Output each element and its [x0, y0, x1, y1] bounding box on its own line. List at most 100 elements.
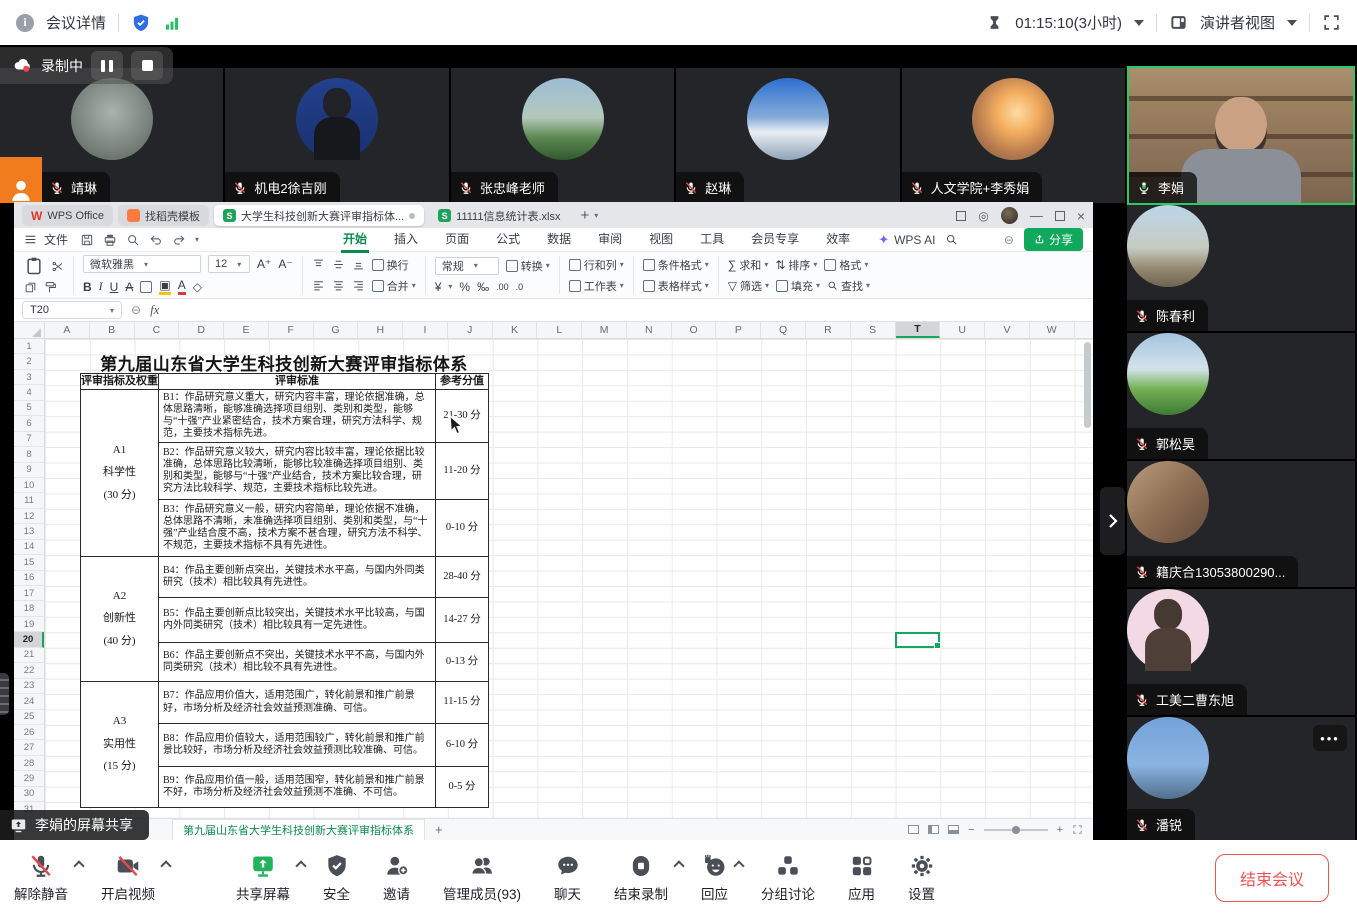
bold-button[interactable]: B: [83, 280, 92, 294]
font-size-select[interactable]: 12▾: [208, 255, 250, 273]
format-button[interactable]: 格式▾: [824, 257, 868, 273]
row-header[interactable]: 14: [14, 540, 44, 555]
column-header[interactable]: U: [940, 322, 985, 338]
unmute-button[interactable]: 解除静音: [14, 853, 68, 903]
tab-member[interactable]: 会员专享: [749, 227, 801, 253]
row-header[interactable]: 30: [14, 787, 44, 802]
column-header[interactable]: O: [672, 322, 717, 338]
wps-home-tab[interactable]: W WPS Office: [22, 205, 113, 226]
row-header[interactable]: 2: [14, 354, 44, 369]
tab-formula[interactable]: 公式: [494, 227, 522, 253]
start-video-button[interactable]: 开启视频: [101, 853, 155, 903]
cell-name-box[interactable]: T20▾: [22, 301, 122, 319]
row-header[interactable]: 20: [14, 632, 44, 647]
page-layout-icon[interactable]: [928, 825, 939, 834]
timer-dropdown-icon[interactable]: [1134, 20, 1144, 26]
zoom-slider[interactable]: [984, 829, 1048, 831]
increase-decimal-icon[interactable]: .00: [496, 282, 509, 292]
row-header[interactable]: 26: [14, 725, 44, 740]
tab-data[interactable]: 数据: [545, 227, 573, 253]
reactions-button[interactable]: 回应: [701, 853, 728, 903]
view-dropdown-icon[interactable]: [1287, 20, 1297, 26]
more-options-button[interactable]: •••: [1313, 725, 1347, 751]
row-header[interactable]: 8: [14, 447, 44, 462]
security-shield-icon[interactable]: [131, 13, 151, 33]
copy-icon[interactable]: [24, 281, 37, 294]
zoom-out-button[interactable]: −: [968, 824, 974, 836]
preview-icon[interactable]: [126, 233, 140, 247]
save-icon[interactable]: [80, 233, 94, 247]
settings-button[interactable]: 设置: [908, 853, 935, 903]
row-header[interactable]: 9: [14, 463, 44, 478]
column-headers[interactable]: ABCDEFGHIJKLMNOPQRSTUVW: [14, 322, 1093, 339]
undo-icon[interactable]: [149, 233, 163, 247]
active-document-tab[interactable]: S 大学生科技创新大赛评审指标体...: [214, 205, 424, 226]
video-tile[interactable]: ••• 潘锐: [1127, 717, 1355, 840]
network-signal-icon[interactable]: [163, 14, 181, 32]
paste-icon[interactable]: [24, 256, 44, 276]
borders-button[interactable]: [140, 281, 152, 293]
chevron-up-icon[interactable]: [673, 860, 684, 871]
security-button[interactable]: 安全: [323, 853, 350, 903]
breakout-rooms-button[interactable]: 分组讨论: [761, 853, 815, 903]
fit-screen-icon[interactable]: [1072, 824, 1083, 835]
italic-button[interactable]: I: [99, 279, 103, 294]
column-header[interactable]: V: [985, 322, 1030, 338]
conditional-format-button[interactable]: 条件格式▾: [643, 257, 709, 273]
cut-icon[interactable]: [51, 260, 64, 273]
percent-format-icon[interactable]: %: [459, 280, 470, 294]
row-header[interactable]: 3: [14, 370, 44, 385]
close-button[interactable]: ×: [1077, 208, 1085, 224]
zoom-out-icon[interactable]: ⊖: [131, 303, 141, 317]
video-tile[interactable]: 郭松昊: [1127, 333, 1355, 459]
align-bottom-icon[interactable]: [352, 258, 365, 271]
column-header[interactable]: T: [896, 322, 941, 338]
convert-button[interactable]: 转换▾: [506, 258, 550, 274]
tab-view[interactable]: 视图: [647, 227, 675, 253]
row-header[interactable]: 22: [14, 663, 44, 678]
row-header[interactable]: 24: [14, 694, 44, 709]
column-header[interactable]: S: [851, 322, 896, 338]
column-header[interactable]: P: [716, 322, 761, 338]
wrap-text-button[interactable]: 换行: [372, 257, 409, 273]
normal-view-icon[interactable]: [908, 825, 919, 834]
comma-format-icon[interactable]: ‰: [477, 280, 489, 294]
column-header[interactable]: W: [1030, 322, 1075, 338]
docer-template-tab[interactable]: 找稻壳模板: [118, 205, 209, 226]
collaboration-icon[interactable]: ⊖: [1004, 233, 1014, 247]
print-icon[interactable]: [103, 233, 117, 247]
align-left-icon[interactable]: [312, 279, 325, 292]
spreadsheet-grid[interactable]: 第九届山东省大学生科技创新大赛评审指标体系 评审指标及权重 评审标准 参考分值 …: [45, 339, 1093, 818]
add-sheet-button[interactable]: +: [435, 822, 443, 837]
side-panel-icon[interactable]: [956, 211, 966, 221]
vertical-scrollbar[interactable]: [1084, 342, 1091, 428]
row-header[interactable]: 6: [14, 416, 44, 431]
row-header[interactable]: 12: [14, 509, 44, 524]
row-header[interactable]: 18: [14, 601, 44, 616]
view-mode-selector[interactable]: 演讲者视图: [1200, 12, 1275, 33]
merge-cells-button[interactable]: 合并▾: [372, 278, 416, 294]
highlight-button[interactable]: ◇: [193, 280, 202, 294]
column-header[interactable]: K: [493, 322, 538, 338]
document-tab[interactable]: S 11111信息统计表.xlsx: [429, 205, 569, 226]
tab-page[interactable]: 页面: [443, 227, 471, 253]
row-header[interactable]: 10: [14, 478, 44, 493]
fill-color-button[interactable]: ▣: [159, 278, 170, 295]
video-tile[interactable]: 工美二曹东旭: [1127, 589, 1355, 715]
row-header[interactable]: 29: [14, 771, 44, 786]
fullscreen-icon[interactable]: [1322, 13, 1341, 32]
currency-format-icon[interactable]: ¥: [435, 280, 442, 294]
column-header[interactable]: E: [224, 322, 269, 338]
column-header[interactable]: H: [358, 322, 403, 338]
video-tile[interactable]: 陈春利: [1127, 205, 1355, 331]
column-header[interactable]: R: [806, 322, 851, 338]
manage-members-button[interactable]: 管理成员(93): [443, 853, 521, 903]
video-tile[interactable]: 机电2徐吉刚: [225, 68, 448, 203]
decrease-decimal-icon[interactable]: .0: [516, 282, 524, 292]
sum-button[interactable]: ∑求和▾: [728, 257, 769, 273]
minimize-button[interactable]: —: [1030, 208, 1043, 223]
share-screen-button[interactable]: 共享屏幕: [236, 853, 290, 903]
tab-home[interactable]: 开始: [341, 227, 369, 253]
column-header[interactable]: C: [135, 322, 180, 338]
decrease-font-icon[interactable]: A⁻: [278, 257, 292, 271]
